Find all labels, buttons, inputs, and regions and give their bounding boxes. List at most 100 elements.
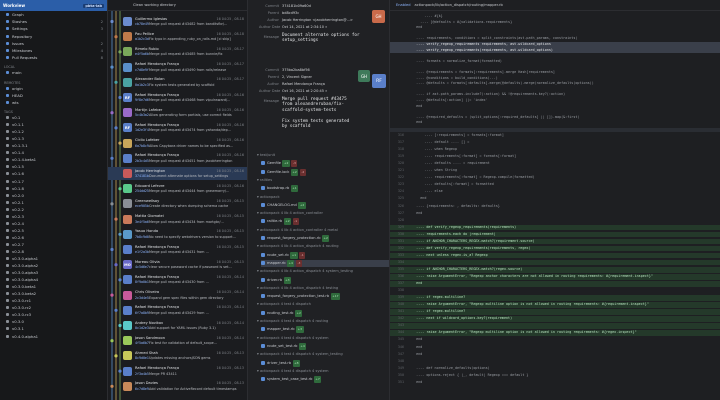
commit-row[interactable]: Chris Oliveira 16 04:25 , 08-14 2c3d4e5 Exp… bbox=[108, 289, 247, 302]
tag-item[interactable]: v0.1.4 bbox=[0, 149, 107, 156]
commit-sha[interactable]: 374181b09a60d bbox=[282, 4, 311, 8]
tag-item[interactable]: v0.1.7 bbox=[0, 177, 107, 184]
commit-row[interactable]: Mattia Giomatei 16 04:25 , 08-15 3e4f5a6 Me… bbox=[108, 213, 247, 226]
commit-row[interactable]: Rafael Mendonça França 16 04:25 , 08-17 c7… bbox=[108, 61, 247, 74]
tag-item[interactable]: v0.3.0.rc1 bbox=[0, 297, 107, 304]
ref-item[interactable]: wts bbox=[0, 99, 107, 106]
parent-sha[interactable]: bd8cd93c bbox=[282, 11, 299, 15]
tag-item[interactable]: v0.1.3.1 bbox=[0, 142, 107, 149]
tag-item[interactable]: v0.3.0.rc2 bbox=[0, 304, 107, 311]
sidebar-nav-item[interactable]: Stashes 2 bbox=[0, 18, 107, 25]
tag-item[interactable]: v0.1.1 bbox=[0, 121, 107, 128]
file-tree-row[interactable]: request_forgery_protection_test.rb +17 bbox=[261, 293, 389, 301]
file-tree-row[interactable]: driver_test.rb +8 bbox=[261, 359, 389, 367]
file-tree-row[interactable]: route_set.rb +1 -1 bbox=[261, 251, 389, 259]
file-tree-row[interactable]: CHANGELOG.md +2 bbox=[261, 201, 389, 209]
commit2-sha[interactable]: 375ba2ba8bf56 bbox=[282, 68, 310, 72]
ref-item[interactable]: HEAD bbox=[0, 92, 107, 99]
commit-row[interactable]: Rimelo Rubio 16 04:25 , 08-17 e4f5a6b Merge… bbox=[108, 45, 247, 58]
tag-item[interactable]: v0.2.2 bbox=[0, 206, 107, 213]
tag-item[interactable]: v0.3.0 bbox=[0, 318, 107, 325]
file-tree-row[interactable]: driver.rb +3 bbox=[261, 276, 389, 284]
file-tree-row[interactable]: system_test_case_test.rb +7 bbox=[261, 376, 389, 384]
workspace-header[interactable]: Workview pbta-lab bbox=[0, 0, 107, 11]
commit-row[interactable]: Edouard Lefevre 16 04:25 , 08-16 254dd25 Me… bbox=[108, 182, 247, 195]
commit-row[interactable]: Martijn Lafeber 16 04:25 , 08-16 5c4b3a2 Al… bbox=[108, 106, 247, 119]
tag-item[interactable]: v0.4.0.alpha1 bbox=[0, 333, 107, 340]
tag-item[interactable]: v0.1.5 bbox=[0, 163, 107, 170]
tag-item[interactable]: v0.1.3 bbox=[0, 135, 107, 142]
sidebar-nav-item[interactable]: Settings 3 bbox=[0, 25, 107, 32]
sidebar-nav-item[interactable]: Graph bbox=[0, 11, 107, 18]
tag-item[interactable]: v0.3.1 bbox=[0, 325, 107, 332]
file-tree-row[interactable]: ▾ actionpack 4 lib 4 action_controller 4… bbox=[257, 227, 385, 234]
tag-item[interactable]: v0.3.0.alpha3 bbox=[0, 269, 107, 276]
commit-row[interactable]: Cicilo Lafeber 16 04:25 , 08-16 6a7b8c9 All… bbox=[108, 137, 247, 150]
commit-row[interactable]: Greenwellsoy 16 04:25 , 08-15 ece905b Creat… bbox=[108, 197, 247, 210]
commit-row[interactable]: Guillermo Iglesias 16 04:25 , 08-18 cb78e4… bbox=[108, 15, 247, 28]
commit-row[interactable]: Ahmed Shah 16 04:25 , 08-13 8c9d0e1 Updates… bbox=[108, 349, 247, 362]
commit-row[interactable]: Rafael Mendonça França 16 04:25 , 08-13 2f… bbox=[108, 365, 247, 378]
file-tree-row[interactable]: railtie.rb +2 -1 bbox=[261, 218, 389, 226]
file-tree-row[interactable]: request_forgery_protection.rb +2 bbox=[261, 235, 389, 242]
sidebar-nav-item[interactable]: Milestones 4 bbox=[0, 47, 107, 54]
file-tree-row[interactable]: ▾ actionpack 4 lib 4 action_dispatch 4 r… bbox=[257, 243, 385, 250]
file-tree-row[interactable]: ▾ actionpack 4 test 4 dispatch 4 system bbox=[257, 368, 385, 375]
file-tree-row[interactable]: route_set_test.rb +4 bbox=[261, 342, 389, 350]
file-tree-row[interactable]: ▾ actionpack 4 test 4 dispatch 4 system_… bbox=[257, 351, 385, 358]
file-tree-row[interactable]: ▾ actionpack 4 test 4 dispatch 4 routing bbox=[257, 318, 385, 325]
commit-row[interactable]: Rafael Mendonça França 16 04:25 , 08-16 2b… bbox=[108, 152, 247, 165]
file-tree-row[interactable]: ▾ actionpack 4 test 4 dispatch 4 system bbox=[257, 335, 385, 342]
file-tree-row[interactable]: mapper.rb +4 -3 bbox=[261, 259, 389, 267]
commit-row[interactable]: Jacob Herrington 16 04:25 , 08-16 374181b D… bbox=[108, 167, 247, 181]
diff-tab[interactable]: Enabled bbox=[396, 3, 411, 7]
tag-item[interactable]: v0.3.0.alpha1 bbox=[0, 255, 107, 262]
tag-item[interactable]: v0.1.6 bbox=[0, 170, 107, 177]
commit-row[interactable]: Yasuo Honda 16 04:25 , 08-15 7b8c9d0 No nee… bbox=[108, 228, 247, 241]
tag-item[interactable]: v0.2.4 bbox=[0, 220, 107, 227]
file-tree-row[interactable]: ▾ actionpack bbox=[257, 194, 385, 201]
file-tree-row[interactable]: mapper_test.rb +3 bbox=[261, 326, 389, 334]
tag-item[interactable]: v0.3.0.rc3 bbox=[0, 311, 107, 318]
tag-item[interactable]: v0.2.8 bbox=[0, 248, 107, 255]
commit-row[interactable]: Andrey Novikov 16 04:25 , 08-14 0c1d2e3 Add… bbox=[108, 319, 247, 332]
parent2-sha[interactable]: 2, Vincent Signer bbox=[282, 75, 312, 79]
commit-row[interactable]: MO Moreau Olivia 16 04:25 , 08-15 4c5d6e7 cl… bbox=[108, 258, 247, 271]
file-tree-row[interactable]: ▾ actionpack 4 lib 4 action_dispatch 4 t… bbox=[257, 285, 385, 292]
tag-item[interactable]: v0.1.8 bbox=[0, 185, 107, 192]
tag-item[interactable]: v0.1.2 bbox=[0, 128, 107, 135]
commit-row[interactable]: Pau Pellice 16 04:25 , 08-18 a1b2c3d Fix ty… bbox=[108, 30, 247, 43]
commit-row[interactable]: RF Rafael Mendonça França 16 04:25 , 08-16… bbox=[108, 91, 247, 104]
remote-item[interactable]: origin bbox=[0, 85, 107, 92]
commit-row[interactable]: Jason Davies 16 04:25 , 08-13 6c7d8e9 Add v… bbox=[108, 380, 247, 393]
tag-item[interactable]: v0.2.6 bbox=[0, 234, 107, 241]
commit-row[interactable]: Alexander Bolan 16 04:25 , 08-17 0a1b2c3 Fi… bbox=[108, 76, 247, 89]
tag-item[interactable]: v0.3.0.beta2 bbox=[0, 290, 107, 297]
file-tree-row[interactable]: ▾ actionpack 4 test 4 dispatch bbox=[257, 301, 385, 308]
tag-item[interactable]: v0.3.0.alpha2 bbox=[0, 262, 107, 269]
tag-item[interactable]: v0.2.7 bbox=[0, 241, 107, 248]
sidebar-nav-item[interactable]: Repository bbox=[0, 33, 107, 40]
file-tree-row[interactable]: ▾ test/unit bbox=[257, 152, 385, 159]
tag-item[interactable]: v0.2.5 bbox=[0, 227, 107, 234]
branch-badge[interactable]: pbta-lab bbox=[83, 3, 104, 8]
commit-row[interactable]: Rafael Mendonça França 16 04:25 , 08-15 e1… bbox=[108, 243, 247, 256]
commit-row[interactable]: Rafael Mendonça França 16 04:25 , 08-14 6f… bbox=[108, 304, 247, 317]
tag-item[interactable]: v0.1 bbox=[0, 114, 107, 121]
file-tree-row[interactable]: bootstrap.rb +1 bbox=[261, 185, 389, 193]
commit-row[interactable]: Rafael Mendonça França 16 04:25 , 08-14 8f… bbox=[108, 273, 247, 286]
tag-item[interactable]: v0.3.0.beta1 bbox=[0, 283, 107, 290]
file-tree-row[interactable]: ▾ actionpack 4 lib 4 action_controller bbox=[257, 210, 385, 217]
commit-row[interactable]: Jason Sandmoon 16 04:25 , 08-14 4f5a6b7 Fix… bbox=[108, 334, 247, 347]
sidebar-nav-item[interactable]: Pull Requests 8 bbox=[0, 54, 107, 61]
sidebar-nav-item[interactable]: Issues 2 bbox=[0, 40, 107, 47]
file-tree-row[interactable]: ▾ railties bbox=[257, 177, 385, 184]
file-tree-row[interactable]: Gemfile +2 -3 bbox=[261, 160, 389, 168]
commit-row[interactable]: RF Rafael Mendonça França 16 04:25 , 08-16… bbox=[108, 121, 247, 134]
tag-item[interactable]: v0.1.4.beta1 bbox=[0, 156, 107, 163]
file-tree-row[interactable]: ▾ actionpack 4 lib 4 action_dispatch 4 s… bbox=[257, 268, 385, 275]
tag-item[interactable]: v0.3.0.alpha4 bbox=[0, 276, 107, 283]
file-tree-row[interactable]: Gemfile.lock +2 -2 bbox=[261, 168, 389, 176]
tag-item[interactable]: v0.2.0 bbox=[0, 192, 107, 199]
tag-item[interactable]: v0.2.1 bbox=[0, 199, 107, 206]
